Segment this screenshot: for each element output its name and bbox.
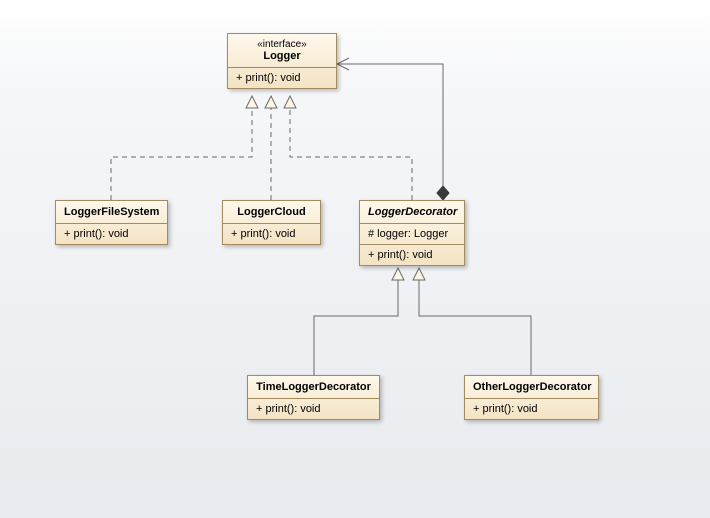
methods-section: + print(): void	[360, 245, 464, 265]
uml-class-time-logger-decorator: TimeLoggerDecorator + print(): void	[247, 375, 380, 420]
class-header: OtherLoggerDecorator	[465, 376, 598, 399]
class-name: TimeLoggerDecorator	[256, 381, 371, 393]
class-header: LoggerDecorator	[360, 201, 464, 224]
methods-section: + print(): void	[223, 224, 320, 244]
attribute: # logger: Logger	[368, 228, 456, 240]
uml-class-logger-file-system: LoggerFileSystem + print(): void	[55, 200, 168, 245]
method: + print(): void	[231, 228, 312, 240]
methods-section: + print(): void	[228, 68, 336, 88]
methods-section: + print(): void	[56, 224, 167, 244]
class-name: LoggerDecorator	[368, 206, 457, 218]
class-header: LoggerCloud	[223, 201, 320, 224]
method: + print(): void	[64, 228, 159, 240]
method: + print(): void	[236, 72, 328, 84]
uml-class-logger-cloud: LoggerCloud + print(): void	[222, 200, 321, 245]
uml-class-logger-decorator: LoggerDecorator # logger: Logger + print…	[359, 200, 465, 266]
class-name: LoggerFileSystem	[64, 206, 159, 218]
class-name: LoggerCloud	[237, 206, 305, 218]
methods-section: + print(): void	[248, 399, 379, 419]
method: + print(): void	[368, 249, 456, 261]
class-name: OtherLoggerDecorator	[473, 381, 592, 393]
method: + print(): void	[473, 403, 590, 415]
methods-section: + print(): void	[465, 399, 598, 419]
stereotype-label: «interface»	[236, 39, 328, 50]
method: + print(): void	[256, 403, 371, 415]
class-header: «interface» Logger	[228, 34, 336, 68]
uml-class-logger: «interface» Logger + print(): void	[227, 33, 337, 89]
attributes-section: # logger: Logger	[360, 224, 464, 245]
uml-class-other-logger-decorator: OtherLoggerDecorator + print(): void	[464, 375, 599, 420]
class-header: TimeLoggerDecorator	[248, 376, 379, 399]
class-name: Logger	[263, 50, 300, 62]
class-header: LoggerFileSystem	[56, 201, 167, 224]
uml-connectors	[0, 0, 710, 518]
